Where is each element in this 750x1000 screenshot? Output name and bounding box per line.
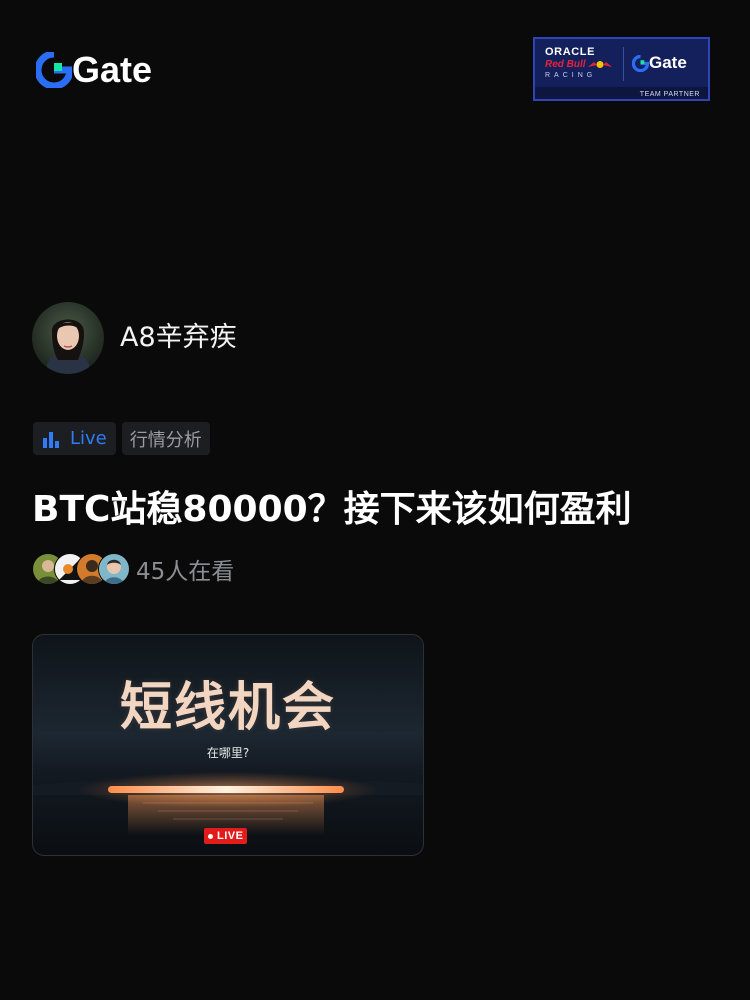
stream-title: BTC站稳80000？接下来该如何盈利 xyxy=(32,489,632,530)
viewer-avatar xyxy=(98,553,130,585)
oracle-wordmark: ORACLE xyxy=(545,46,596,58)
bar-chart-icon xyxy=(43,431,59,448)
team-partner-label: TEAM PARTNER xyxy=(639,91,700,98)
live-tag-label: Live xyxy=(70,428,107,449)
redbull-wordmark: Red Bull xyxy=(545,59,586,70)
live-badge: LIVE xyxy=(204,828,248,844)
tag-row: Live 行情分析 xyxy=(33,422,210,455)
live-dot-icon xyxy=(208,833,213,839)
gate-mini-icon xyxy=(632,54,649,72)
topic-tag-label: 行情分析 xyxy=(129,429,202,451)
host-row[interactable]: A8辛弃疾 xyxy=(32,302,237,374)
live-badge-label: LIVE xyxy=(217,830,244,842)
logo-text: Gate xyxy=(72,49,153,90)
viewer-avatar-stack xyxy=(32,553,130,585)
partner-badge-top: ORACLE Red Bull RACING Gate xyxy=(535,39,708,88)
partner-gate-text: Gate xyxy=(649,53,687,72)
partner-badge-footer: TEAM PARTNER xyxy=(535,87,708,99)
video-subline: 在哪里? xyxy=(206,746,250,760)
gate-logo[interactable]: Gate xyxy=(36,50,152,90)
host-avatar[interactable] xyxy=(32,302,104,374)
live-tag[interactable]: Live xyxy=(33,422,116,455)
partner-gate-logo: Gate xyxy=(632,53,687,73)
viewer-row: 45人在看 xyxy=(32,552,234,586)
team-partner-badge: ORACLE Red Bull RACING Gate TEAM PARTNER xyxy=(533,37,710,101)
partner-divider xyxy=(623,47,624,81)
host-name[interactable]: A8辛弃疾 xyxy=(120,320,237,356)
racing-wordmark: RACING xyxy=(545,72,597,79)
viewer-count: 45人在看 xyxy=(136,559,235,585)
topic-tag[interactable]: 行情分析 xyxy=(121,422,210,455)
gate-logo-icon xyxy=(36,52,72,88)
live-video-thumbnail[interactable]: 短线机会 在哪里? LIVE xyxy=(32,634,424,856)
video-headline: 短线机会 xyxy=(119,678,336,738)
red-bull-icon xyxy=(588,61,612,68)
